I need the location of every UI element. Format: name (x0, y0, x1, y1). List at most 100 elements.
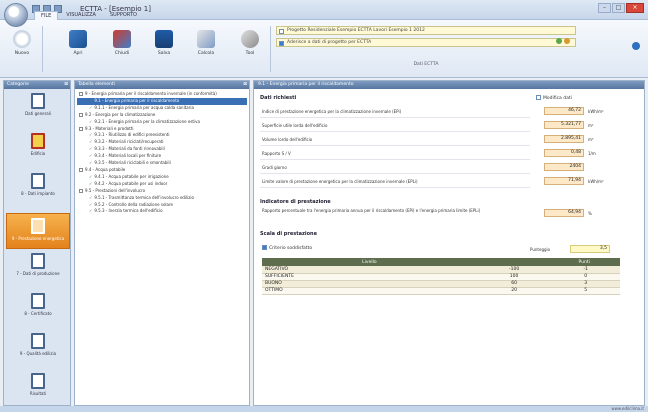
tools-button[interactable]: Tool (234, 26, 266, 70)
nav-item-label: Risultati (29, 391, 47, 396)
tab-visualizza[interactable]: VISUALIZZA (60, 11, 102, 20)
check-icon: ✓ (89, 173, 93, 179)
nav-item-dati-impianto[interactable]: 8 - Dati impianto (6, 173, 70, 209)
open-icon (69, 30, 87, 48)
minimize-button[interactable]: – (598, 3, 611, 13)
close-button[interactable]: Chiudi (106, 26, 138, 70)
project-field[interactable]: Progetto Residenziale Esempio ECTTA Lavo… (276, 26, 576, 35)
criterion-checkbox[interactable] (262, 245, 267, 250)
tree-node[interactable]: ✓ 9.2.1 - Energia primaria per la climati… (77, 119, 247, 126)
col-header-points: Punti (548, 258, 620, 266)
criterion-checkbox-row[interactable]: Criterio soddisfatto (262, 245, 312, 251)
nav-item-risultati[interactable]: Risultati (6, 373, 70, 409)
folder-icon[interactable] (564, 38, 570, 44)
field-value[interactable]: 46,72 (544, 107, 584, 115)
open-label: Apri (73, 51, 83, 56)
help-icon[interactable] (632, 42, 640, 50)
tools-label: Tool (245, 51, 255, 56)
nav-item-edificio[interactable]: Edificio (6, 133, 70, 169)
expand-icon[interactable] (79, 188, 83, 193)
app-menu-button[interactable] (4, 3, 28, 27)
check-icon: ✓ (89, 194, 93, 200)
tree-node[interactable]: ✓ 9.5.1 - Trasmittanza termica dell'invol… (77, 195, 247, 202)
save-label: Salva (157, 51, 171, 56)
modify-data-checkbox[interactable] (536, 95, 541, 100)
tree-pin-icon[interactable]: ⊠ (243, 81, 247, 89)
tree-node[interactable]: ✓ 9.5.3 - Inerzia termica dell'edificio (77, 208, 247, 215)
check-icon: ✓ (89, 153, 93, 159)
row-divider (260, 117, 530, 118)
indicator-label: Rapporto percentuale tra l'energia prima… (262, 208, 481, 213)
tool-icon (241, 30, 259, 48)
table-cell-level: BUONO (262, 280, 477, 288)
category-nav: Categorie ⊠ Dati generali Edificio 8 - D… (3, 80, 71, 406)
tree-node[interactable]: ✓ 9.1 - Energia primaria per il riscaldam… (77, 97, 247, 105)
tab-file[interactable]: FILE (34, 11, 59, 20)
project-field-icon (279, 28, 284, 34)
field-value[interactable]: 2404 (544, 163, 584, 171)
expand-icon[interactable] (79, 112, 83, 117)
field-unit: m² (588, 123, 594, 128)
expand-icon[interactable] (79, 126, 83, 131)
refresh-icon[interactable] (556, 38, 562, 44)
field-unit: 1/m (588, 151, 596, 156)
expand-icon[interactable] (79, 92, 83, 96)
modify-data-checkbox-row[interactable]: Modifica dati (536, 95, 572, 101)
calculator-icon (197, 30, 215, 48)
tree-node[interactable]: 9.4 - Acqua potabile (77, 167, 247, 174)
tree-node[interactable]: ✓ 9.3.2 - Materiali riciclati/recuperati (77, 139, 247, 146)
tree-node[interactable]: ✓ 9.1.1 - Energia primaria per acqua cald… (77, 105, 247, 112)
project-checkbox[interactable] (279, 40, 284, 46)
grades-table: Livello Punti NEGATIVO -100 -1 SUFFICIENTE 1… (262, 258, 620, 295)
field-unit: m³ (588, 137, 594, 142)
project-checkbox-label: Aderisce a dati di progetto per ECTTA (287, 40, 372, 45)
nav-item-label: 7 - Dati di produzione (16, 271, 60, 276)
nav-item-prestazione-energetica[interactable]: 9 - Prestazione energetica (6, 213, 70, 249)
building-icon (31, 133, 45, 149)
tree-node[interactable]: 9.5 - Prestazioni dell'involucro (77, 188, 247, 195)
row-divider (260, 159, 530, 160)
check-icon: ✓ (89, 97, 93, 103)
field-value[interactable]: 0,48 (544, 149, 584, 157)
tree-node[interactable]: 9.2 - Energia per la climatizzazione (77, 112, 247, 119)
tree-node-label: 9.1 - Energia primaria per il riscaldame… (94, 97, 180, 103)
col-header-level: Livello (262, 258, 477, 266)
open-button[interactable]: Apri (62, 26, 94, 70)
table-row: BUONO 60 3 (262, 280, 620, 288)
tree-node[interactable]: ✓ 9.3.4 - Materiali locali per finiture (77, 153, 247, 160)
field-value[interactable]: 2.895,41 (544, 135, 584, 143)
tree-node-label: 9.2.1 - Energia primaria per la climatiz… (94, 118, 200, 124)
calc-button[interactable]: Calcola (190, 26, 222, 70)
nav-item-dati-produzione[interactable]: 7 - Dati di produzione (6, 253, 70, 289)
tree-node[interactable]: 9 - Energia primaria per il riscaldament… (77, 91, 247, 98)
close-label: Chiudi (114, 51, 130, 56)
nav-item-label: 9 - Prestazione energetica (11, 236, 65, 241)
field-value[interactable]: 5.321,77 (544, 121, 584, 129)
tree-node[interactable]: ✓ 9.4.2 - Acqua potabile per usi indoor (77, 181, 247, 188)
document-icon (31, 93, 45, 109)
nav-pin-icon[interactable]: ⊠ (64, 81, 68, 89)
nav-item-certificato[interactable]: 8 - Certificato (6, 293, 70, 329)
project-checkbox-row[interactable]: Aderisce a dati di progetto per ECTTA (276, 38, 576, 47)
criterion-label: Criterio soddisfatto (269, 246, 313, 251)
nav-item-qualita-edilizia[interactable]: 9 - Qualità edilizia (6, 333, 70, 369)
tree-node[interactable]: ✓ 9.3.3 - Materiali da fonti rinnovabili (77, 146, 247, 153)
table-cell-level: SUFFICIENTE (262, 273, 477, 281)
field-value[interactable]: 71,94 (544, 177, 584, 185)
window-controls: – □ × (598, 3, 644, 13)
table-row: OTTIMO 20 5 (262, 287, 620, 295)
tree-node[interactable]: 9.3 - Materiali e prodotti (77, 126, 247, 133)
tree-node[interactable]: ✓ 9.5.2 - Controllo della radiazione sola… (77, 202, 247, 209)
close-window-button[interactable]: × (626, 3, 644, 13)
new-button[interactable]: Nuovo (6, 26, 38, 70)
tree-node[interactable]: ✓ 9.3.1 - Riutilizzo di edifici preesiste… (77, 132, 247, 139)
maximize-button[interactable]: □ (612, 3, 625, 13)
save-button[interactable]: Salva (148, 26, 180, 70)
tree-node[interactable]: ✓ 9.4.1 - Acqua potabile per irrigazione (77, 174, 247, 181)
nav-item-dati-generali[interactable]: Dati generali (6, 93, 70, 129)
nav-header-label: Categorie (7, 82, 29, 87)
tab-supporto[interactable]: SUPPORTO (104, 11, 143, 20)
expand-icon[interactable] (79, 167, 83, 172)
tree-node-label: 9.3.4 - Materiali locali per finiture (94, 153, 162, 159)
tree-node[interactable]: ✓ 9.3.5 - Materiali riciclabili e smontab… (77, 160, 247, 167)
